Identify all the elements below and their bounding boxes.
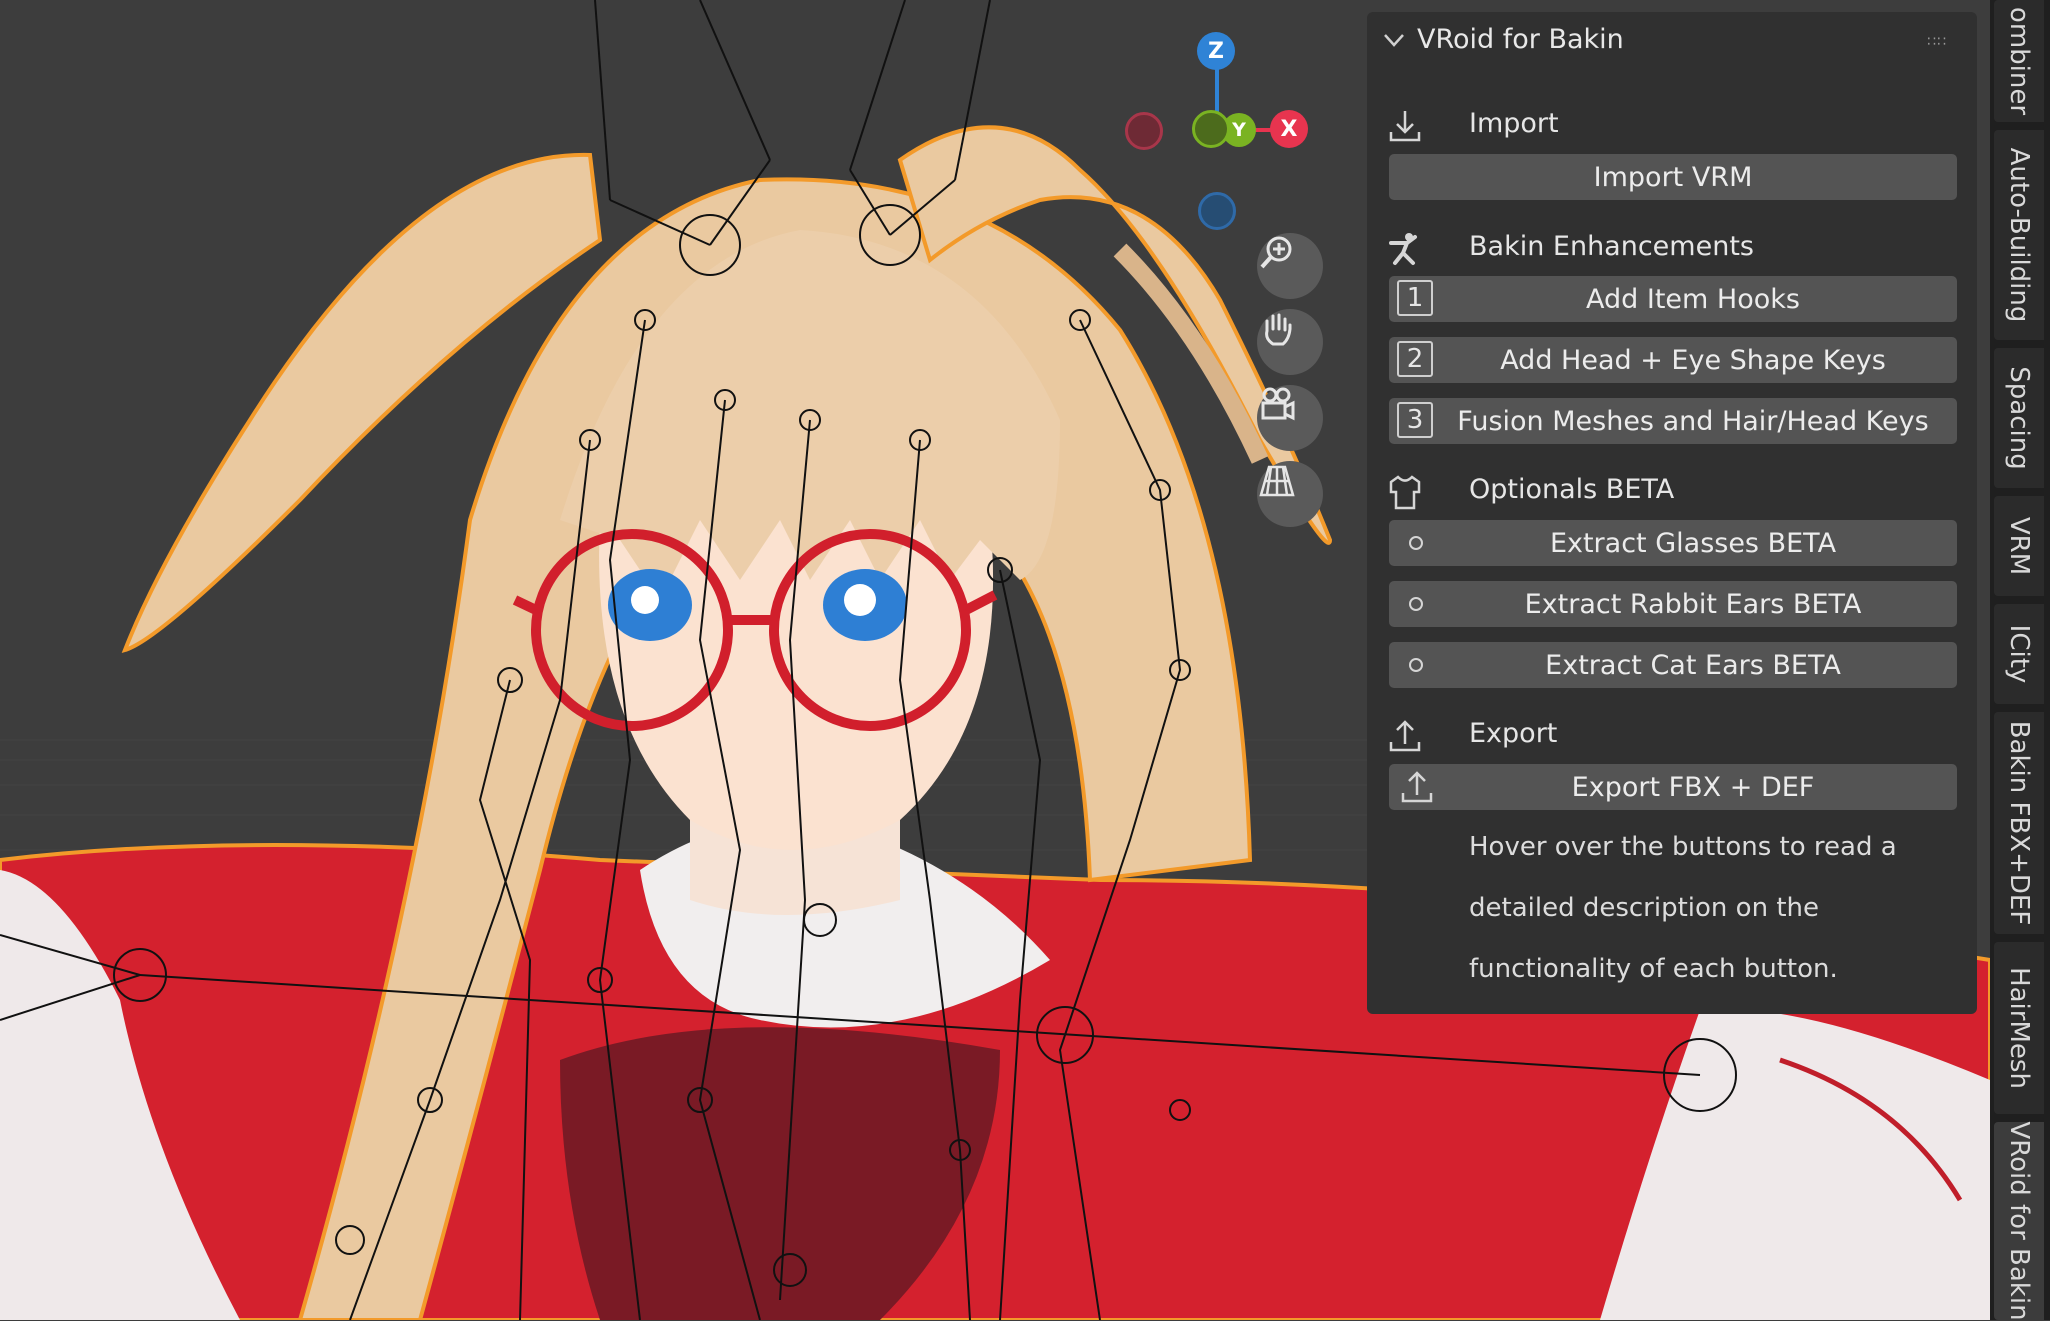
pan-button[interactable] bbox=[1257, 309, 1323, 375]
navigation-gizmo[interactable]: Z X Y bbox=[1110, 20, 1320, 240]
tab-bakin-fbx-def[interactable]: Bakin FBX+DEF bbox=[1994, 712, 2044, 934]
step-2-icon: 2 bbox=[1397, 341, 1433, 377]
tab-label: ombiner bbox=[2004, 6, 2034, 116]
perspective-toggle-button[interactable] bbox=[1257, 461, 1323, 527]
axis-z-label: Z bbox=[1208, 38, 1224, 64]
camera-icon bbox=[1261, 387, 1295, 421]
export-section-label: Export bbox=[1469, 718, 1558, 749]
extract-rabbit-ears-label: Extract Rabbit Ears BETA bbox=[1524, 588, 1862, 620]
panel-title: VRoid for Bakin bbox=[1417, 24, 1624, 55]
axis-x-label: X bbox=[1280, 116, 1298, 142]
tab-label: Spacing bbox=[2004, 366, 2034, 470]
tab-icity[interactable]: ICity bbox=[1994, 604, 2044, 704]
tab-vrm[interactable]: VRM bbox=[1994, 496, 2044, 596]
enhancements-section-header: Bakin Enhancements bbox=[1387, 223, 1957, 273]
axis-neg-y-handle[interactable] bbox=[1192, 110, 1230, 148]
hint-line-2: detailed description on the bbox=[1469, 893, 1819, 923]
extract-cat-ears-button[interactable]: Extract Cat Ears BETA bbox=[1389, 642, 1957, 688]
export-icon bbox=[1389, 720, 1421, 752]
optionals-section-header: Optionals BETA bbox=[1387, 466, 1957, 516]
enhancements-section-label: Bakin Enhancements bbox=[1469, 231, 1754, 262]
add-head-eye-shape-keys-button[interactable]: 2 Add Head + Eye Shape Keys bbox=[1389, 337, 1957, 383]
axis-y-label: Y bbox=[1232, 119, 1246, 141]
import-vrm-label: Import VRM bbox=[1593, 161, 1753, 193]
grid-icon bbox=[1259, 465, 1295, 497]
tab-label: Bakin FBX+DEF bbox=[2004, 720, 2034, 926]
tab-label: VRoid for Bakin bbox=[2004, 1121, 2034, 1321]
hint-line-1: Hover over the buttons to read a bbox=[1469, 832, 1897, 862]
import-icon bbox=[1389, 111, 1421, 142]
dot-icon bbox=[1409, 597, 1423, 611]
step-1-icon: 1 bbox=[1397, 280, 1433, 316]
import-section-header: Import bbox=[1387, 100, 1957, 150]
export-fbx-def-label: Export FBX + DEF bbox=[1571, 771, 1815, 803]
tab-label: VRM bbox=[2004, 516, 2034, 576]
import-vrm-button[interactable]: Import VRM bbox=[1389, 154, 1957, 200]
dot-icon bbox=[1409, 658, 1423, 672]
pan-hand-icon bbox=[1265, 313, 1292, 346]
tab-auto-building[interactable]: Auto-Building bbox=[1994, 130, 2044, 340]
add-head-eye-shape-keys-label: Add Head + Eye Shape Keys bbox=[1500, 344, 1886, 376]
tab-label: HairMesh bbox=[2004, 967, 2034, 1089]
tab-label: Auto-Building bbox=[2004, 147, 2034, 323]
tab-spacing[interactable]: Spacing bbox=[1994, 348, 2044, 488]
zoom-icon bbox=[1260, 236, 1292, 269]
fusion-meshes-button[interactable]: 3 Fusion Meshes and Hair/Head Keys bbox=[1389, 398, 1957, 444]
zoom-button[interactable] bbox=[1257, 233, 1323, 299]
extract-glasses-label: Extract Glasses BETA bbox=[1549, 527, 1837, 559]
import-section-label: Import bbox=[1469, 108, 1559, 139]
export-fbx-def-button[interactable]: Export FBX + DEF bbox=[1389, 764, 1957, 810]
step-3-icon: 3 bbox=[1397, 402, 1433, 438]
add-item-hooks-label: Add Item Hooks bbox=[1586, 283, 1800, 315]
tab-combiner[interactable]: ombiner bbox=[1994, 0, 2044, 122]
hint-line-3: functionality of each button. bbox=[1469, 954, 1838, 984]
axis-z-handle[interactable]: Z bbox=[1197, 32, 1235, 70]
export-section-header: Export bbox=[1387, 710, 1957, 760]
drag-grip-icon[interactable]: ∷∷ bbox=[1927, 34, 1947, 50]
fusion-meshes-label: Fusion Meshes and Hair/Head Keys bbox=[1457, 405, 1929, 437]
panel-header[interactable]: VRoid for Bakin ∷∷ bbox=[1367, 12, 1977, 70]
camera-view-button[interactable] bbox=[1257, 385, 1323, 451]
tab-hairmesh[interactable]: HairMesh bbox=[1994, 942, 2044, 1114]
sidebar-tabs: ombiner Auto-Building Spacing VRM ICity … bbox=[1990, 0, 2050, 1321]
add-item-hooks-button[interactable]: 1 Add Item Hooks bbox=[1389, 276, 1957, 322]
extract-cat-ears-label: Extract Cat Ears BETA bbox=[1545, 649, 1841, 681]
extract-rabbit-ears-button[interactable]: Extract Rabbit Ears BETA bbox=[1389, 581, 1957, 627]
chevron-down-icon[interactable] bbox=[1383, 32, 1405, 48]
extract-glasses-button[interactable]: Extract Glasses BETA bbox=[1389, 520, 1957, 566]
tab-label: ICity bbox=[2004, 624, 2034, 684]
export-icon bbox=[1401, 771, 1433, 803]
dot-icon bbox=[1409, 536, 1423, 550]
axis-x-handle[interactable]: X bbox=[1270, 110, 1308, 148]
tab-vroid-for-bakin[interactable]: VRoid for Bakin bbox=[1994, 1121, 2044, 1321]
armature-figure-icon bbox=[1389, 233, 1417, 265]
axis-neg-x-handle[interactable] bbox=[1125, 112, 1163, 150]
shirt-icon bbox=[1389, 475, 1421, 510]
axis-neg-z-handle[interactable] bbox=[1198, 192, 1236, 230]
vroid-for-bakin-panel: VRoid for Bakin ∷∷ Import Import VRM Bak… bbox=[1367, 12, 1977, 1014]
optionals-section-label: Optionals BETA bbox=[1469, 474, 1675, 505]
